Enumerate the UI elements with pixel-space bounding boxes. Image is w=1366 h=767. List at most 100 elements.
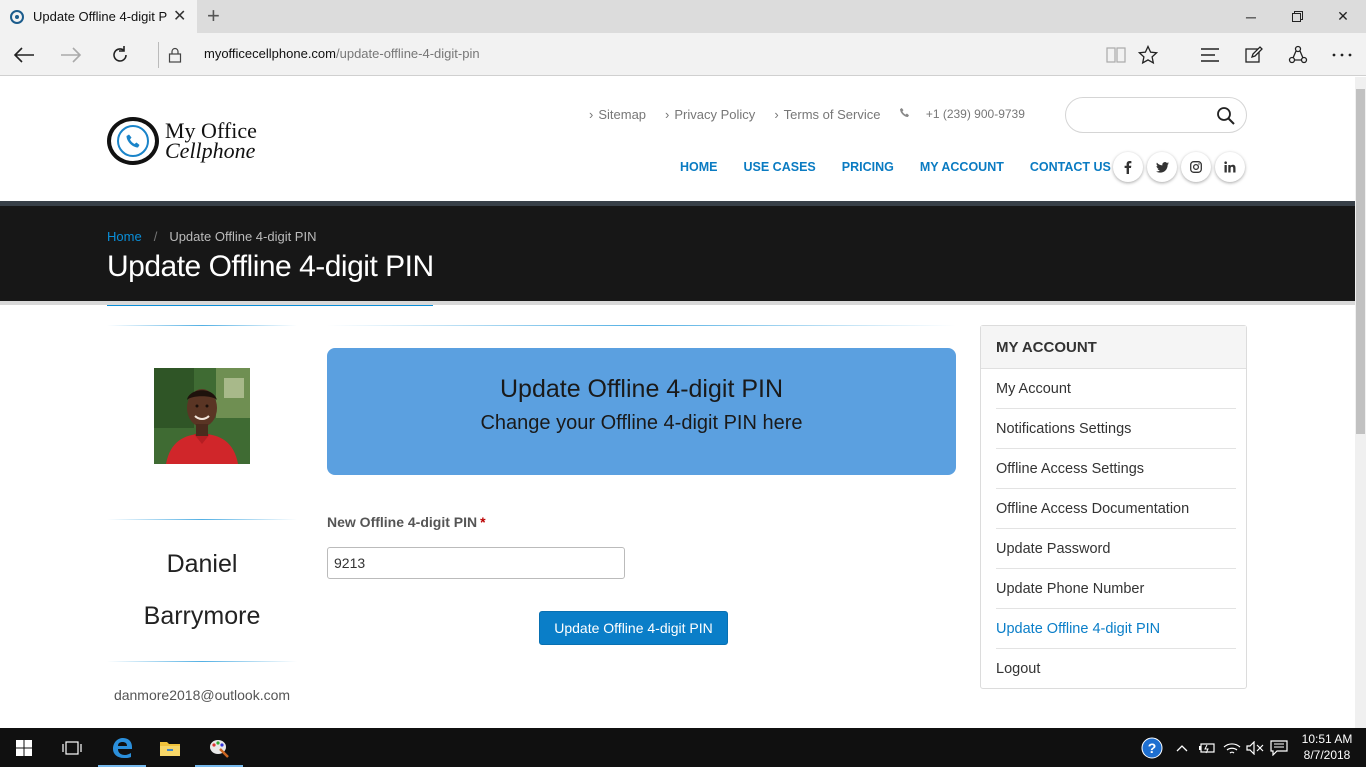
notifications-icon[interactable] [1270,728,1288,767]
star-icon [1138,45,1158,65]
top-link-privacy-policy[interactable]: Privacy Policy [665,107,755,122]
linkedin-icon[interactable] [1215,152,1245,182]
tab-title: Update Offline 4-digit P [33,9,167,24]
forward-button[interactable] [57,41,85,69]
taskbar-file-explorer[interactable] [146,728,194,767]
pen-note-icon [1245,46,1263,63]
site-logo[interactable]: My Office Cellphone [107,117,257,165]
forward-arrow-icon [61,47,82,63]
nav-home[interactable]: HOME [680,160,718,174]
avatar [154,368,250,464]
svg-text:?: ? [1148,740,1157,756]
search-box [1065,97,1247,133]
restore-icon [1291,11,1303,22]
taskbar-paint-app[interactable] [195,728,243,767]
facebook-icon[interactable] [1113,152,1143,182]
phone-logo-icon [117,125,149,157]
minimize-button[interactable]: ─ [1228,0,1274,33]
share-icon [1288,45,1308,64]
favorite-button[interactable] [1134,41,1162,69]
nav-use-cases[interactable]: USE CASES [744,160,816,174]
close-window-button[interactable]: ✕ [1320,0,1366,33]
profile-name: Daniel Barrymore [107,538,297,642]
required-marker: * [480,514,486,530]
url-path: /update-offline-4-digit-pin [336,46,480,61]
hub-button[interactable] [1196,41,1224,69]
account-menu-offline-access-documentation[interactable]: Offline Access Documentation [996,489,1236,529]
browser-address-bar: myofficecellphone.com/update-offline-4-d… [0,33,1366,76]
book-icon [1106,47,1126,63]
url-field[interactable]: myofficecellphone.com/update-offline-4-d… [204,46,480,61]
phone-icon [899,107,913,121]
logo-text: My Office Cellphone [165,120,257,163]
new-pin-input[interactable] [327,547,625,579]
restore-button[interactable] [1274,0,1320,33]
search-input[interactable] [1080,106,1210,126]
paint-icon [210,739,229,758]
scrollbar-thumb[interactable] [1356,89,1365,434]
new-tab-button[interactable]: + [207,3,220,29]
phone-number: +1 (239) 900-9739 [925,107,1025,121]
taskbar-edge-app[interactable] [98,728,146,767]
page-title-band: Home / Update Offline 4-digit PIN Update… [0,201,1355,306]
refresh-icon [113,46,127,62]
account-menu-update-phone-number[interactable]: Update Phone Number [996,569,1236,609]
search-icon[interactable] [1216,106,1236,126]
refresh-button[interactable] [106,41,134,69]
update-pin-button[interactable]: Update Offline 4-digit PIN [539,611,728,645]
account-menu-my-account[interactable]: My Account [996,369,1236,409]
address-separator [158,42,159,68]
hero-banner: Update Offline 4-digit PIN Change your O… [327,348,956,475]
account-menu-heading: MY ACCOUNT [981,326,1246,369]
account-menu-offline-access-settings[interactable]: Offline Access Settings [996,449,1236,489]
web-note-button[interactable] [1240,41,1268,69]
task-view-button[interactable] [48,728,96,767]
profile-divider-top [107,325,297,326]
lock-icon [168,47,182,63]
more-dots-icon [1332,53,1352,57]
account-menu-update-offline-pin[interactable]: Update Offline 4-digit PIN [996,609,1236,649]
twitter-icon[interactable] [1147,152,1177,182]
battery-icon[interactable] [1199,728,1217,767]
breadcrumb: Home / Update Offline 4-digit PIN [107,229,316,244]
page-scrollbar[interactable] [1355,77,1366,728]
system-clock[interactable]: 10:51 AM 8/7/2018 [1296,731,1358,763]
hero-subtitle: Change your Offline 4-digit PIN here [480,412,803,434]
phone-contact[interactable]: +1 (239) 900-9739 [899,107,1025,122]
back-button[interactable] [10,41,38,69]
avatar-photo [154,368,250,464]
taskbar: ? 10:51 AM 8/7/2018 [0,728,1366,767]
main-navigation: HOME USE CASES PRICING MY ACCOUNT CONTAC… [680,160,1137,174]
top-link-terms-of-service[interactable]: Terms of Service [774,107,881,122]
start-button[interactable] [0,728,48,767]
logo-mark [107,117,159,165]
clock-time: 10:51 AM [1301,732,1353,746]
show-hidden-icons-chevron-icon[interactable] [1176,728,1188,767]
more-button[interactable] [1328,41,1356,69]
account-menu-notifications-settings[interactable]: Notifications Settings [996,409,1236,449]
profile-last-name: Barrymore [143,602,261,630]
profile-first-name: Daniel [166,550,238,578]
volume-muted-icon[interactable] [1246,728,1264,767]
account-menu-logout[interactable]: Logout [996,649,1236,689]
nav-contact-us[interactable]: CONTACT US [1030,160,1111,174]
pin-label-text: New Offline 4-digit PIN [327,514,478,530]
profile-divider-middle [107,519,297,520]
account-menu-update-password[interactable]: Update Password [996,529,1236,569]
logo-line-2: Cellphone [165,138,256,163]
share-button[interactable] [1284,41,1312,69]
tab-close-icon[interactable]: ✕ [173,6,186,26]
breadcrumb-current: Update Offline 4-digit PIN [169,229,317,244]
page-title: Update Offline 4-digit PIN [107,250,434,283]
wifi-icon[interactable] [1223,728,1241,767]
top-link-sitemap[interactable]: Sitemap [589,107,646,122]
browser-tab[interactable]: Update Offline 4-digit P ✕ [0,0,197,33]
breadcrumb-home[interactable]: Home [107,229,142,244]
nav-my-account[interactable]: MY ACCOUNT [920,160,1004,174]
reading-view-button[interactable] [1102,41,1130,69]
nav-pricing[interactable]: PRICING [842,160,894,174]
instagram-icon[interactable] [1181,152,1211,182]
site-header: My Office Cellphone Sitemap Privacy Poli… [0,77,1355,201]
help-tray-icon[interactable]: ? [1141,728,1163,767]
browser-tab-bar: Update Offline 4-digit P ✕ + ─ ✕ [0,0,1366,33]
